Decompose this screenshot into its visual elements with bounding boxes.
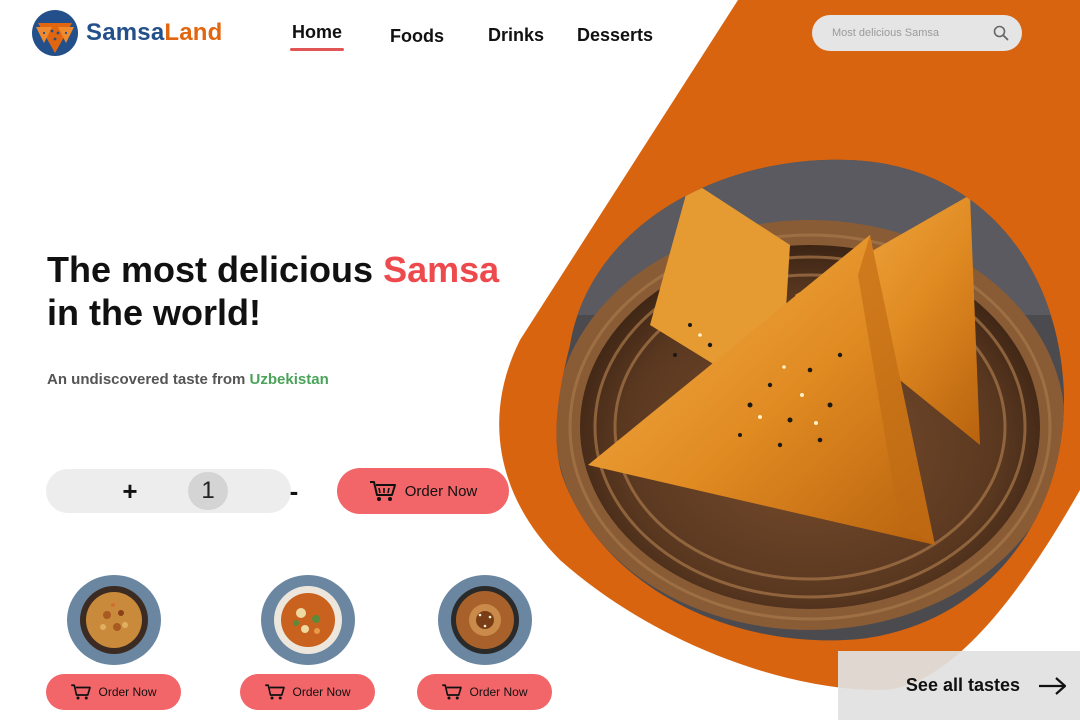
food-thumb-soup[interactable] [261,575,355,665]
hero-subtitle-accent: Uzbekistan [249,371,329,388]
hero-title: The most delicious Samsa in the world! [47,248,499,334]
arrow-right-icon [1039,676,1067,695]
cart-icon [369,481,396,501]
food-order-label: Order Now [292,685,351,699]
hero-title-accent: Samsa [383,249,500,290]
cart-icon [442,684,463,700]
search-input[interactable] [832,27,992,39]
hero-samsa-image [556,159,1065,641]
food-order-button-plov[interactable]: Order Now [46,674,181,710]
see-all-tastes-button[interactable]: See all tastes [838,651,1080,720]
increment-button[interactable]: + [110,469,150,513]
cart-icon [265,684,286,700]
nav-item-foods[interactable]: Foods [390,26,444,47]
see-all-label: See all tastes [905,675,1020,695]
bread-image [451,586,519,654]
nav-item-desserts[interactable]: Desserts [577,25,653,46]
decrement-button[interactable]: - [274,469,314,513]
search-bar [812,15,1022,51]
nav-item-drinks[interactable]: Drinks [488,25,544,46]
order-now-button[interactable]: Order Now [337,468,509,514]
plov-image [80,586,148,654]
order-now-label: Order Now [404,482,478,500]
food-thumb-bread[interactable] [438,575,532,665]
hero-subtitle: An undiscovered taste from Uzbekistan [47,371,329,388]
food-thumb-plov[interactable] [67,575,161,665]
samsa-logo-icon [32,10,78,56]
quantity-stepper: + 1 - [46,469,298,513]
search-icon[interactable] [992,24,1010,42]
hero-title-end: in the world! [47,292,261,333]
brand-name: SamsaLand [86,19,223,46]
food-order-button-soup[interactable]: Order Now [240,674,375,710]
cart-icon [71,684,92,700]
hero-subtitle-text: An undiscovered taste from [47,371,250,388]
hero-title-start: The most delicious [47,249,384,290]
food-order-label: Order Now [469,685,528,699]
quantity-value: 1 [188,472,228,510]
soup-image [274,586,342,654]
food-order-label: Order Now [98,685,157,699]
nav-item-home[interactable]: Home [289,22,345,51]
food-order-button-bread[interactable]: Order Now [417,674,552,710]
brand-logo[interactable]: SamsaLand [30,9,223,57]
